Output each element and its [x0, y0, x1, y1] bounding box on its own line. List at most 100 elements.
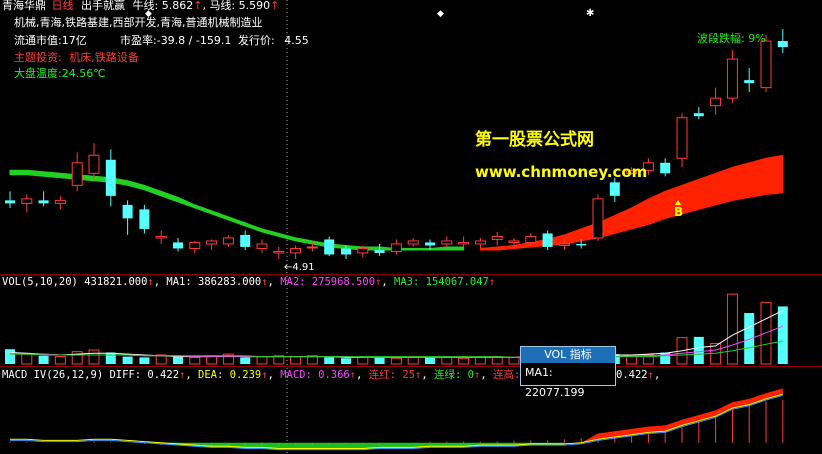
macd-value: MACD: 0.366 [280, 369, 350, 381]
macd-value-arrow: ↑ [349, 369, 357, 381]
candle-body-down [744, 80, 755, 84]
candle-body-up [357, 247, 369, 254]
candle-body-up [306, 246, 318, 249]
macd-lianhong-arrow: ↑ [415, 369, 422, 381]
candle-body-up [407, 240, 419, 245]
candle-body-up [71, 162, 83, 186]
volume-bar-up [407, 356, 419, 365]
industry-tags: 机械,青海,铁路基建,西部开发,青海,普通机械制造业 [14, 16, 263, 29]
candle-body-up [273, 250, 285, 254]
macd-diff-line [10, 393, 783, 449]
ma-long-label: 马线: [209, 0, 236, 12]
macd-indicator-label[interactable]: MACD IV(26,12,9) [2, 369, 103, 381]
candle-body-up [474, 240, 486, 245]
candle-body-down [139, 209, 150, 229]
volume-bar-down [341, 358, 351, 364]
signal-label: 出手就赢 [81, 0, 125, 12]
issue-price-label: 发行价: [238, 34, 275, 47]
volume-bar-down [139, 357, 150, 364]
theme-value: 机床,铁路设备 [69, 51, 139, 64]
stock-name[interactable]: 青海华鼎 [2, 0, 46, 12]
marker-diamond: ◆ [437, 9, 444, 19]
macd-tail-arrow: ↑ [647, 369, 654, 381]
tooltip-title: VOL 指标 [521, 347, 615, 363]
ma-short-label: 牛线: [132, 0, 159, 12]
candle-body-up [390, 243, 402, 252]
candle-body-up [760, 40, 772, 89]
candle-body-down [693, 113, 704, 117]
candle-body-up [256, 243, 268, 249]
vol-indicator-label[interactable]: VOL(5,10,20) [2, 276, 78, 288]
panel-divider-volume [0, 274, 822, 275]
theme-label: 主题投资: [14, 51, 62, 64]
candle-body-down [173, 242, 183, 249]
macd-dea-arrow: ↑ [261, 369, 268, 381]
macd-tail-value: 0.422 [616, 369, 648, 381]
candle-body-up [592, 198, 604, 239]
volume-bar-up [88, 349, 100, 365]
volume-bar-up [256, 356, 268, 365]
macd-dea-line [10, 394, 783, 451]
vol-ma1-arrow: ↑ [261, 276, 268, 288]
ma-long-value: 5.590 [238, 0, 271, 12]
candle-body-up [21, 198, 33, 204]
candle-body-down [374, 249, 385, 253]
tooltip-ma1: MA1: 22077.199 [525, 366, 585, 399]
candle-body-down [122, 204, 133, 219]
vol-indicator-tooltip[interactable]: VOL 指标 MA1: 22077.199 [520, 346, 616, 399]
candle-body-down [542, 233, 553, 247]
candle-body-down [660, 162, 671, 174]
candle-body-up [558, 243, 570, 246]
volume-bar-up [508, 356, 520, 365]
macd-diff: DIFF: 0.422 [109, 369, 180, 381]
wave-drop-label: 波段跌幅: 9% [697, 32, 766, 45]
candle-body-up [710, 97, 722, 107]
volume-bar-up [21, 353, 33, 365]
candle-body-down [777, 41, 788, 48]
macd-dea: DEA: 0.239 [198, 369, 262, 381]
candle-body-up [155, 235, 167, 239]
stock-chart-window[interactable]: { "header": { "stock_name": "青海华鼎", "per… [0, 0, 822, 454]
ma-long-arrow: ↑ [270, 0, 280, 12]
period-label[interactable]: 日线 [52, 0, 74, 12]
vol-value: 431821.000 [84, 276, 148, 288]
volume-bar-up [441, 356, 453, 365]
buy-signal-marker: B [674, 205, 684, 219]
float-cap-label: 流通市值: [14, 34, 62, 47]
vol-ma3: MA3: 154067.047 [394, 276, 489, 288]
candle-body-down [240, 234, 251, 247]
candle-body-down [105, 159, 116, 196]
watermark-title: 第一股票公式网 [475, 130, 594, 150]
macd-lianlv: 连绿: 0 [434, 369, 474, 381]
candle-body-up [525, 235, 537, 243]
volume-bar-up [390, 357, 402, 365]
volume-bar-down [693, 336, 704, 364]
volume-bar-up [189, 356, 201, 365]
panel-divider-macd [0, 366, 822, 367]
float-cap-value: 17亿 [61, 34, 87, 47]
volume-bar-up [290, 356, 302, 365]
issue-price-value: 4.55 [284, 34, 309, 47]
candle-body-down [425, 242, 435, 246]
vol-ma2: MA2: 275968.500 [280, 276, 376, 288]
volume-bar-down [777, 306, 788, 364]
vol-ma1-line [9, 310, 784, 358]
candle-body-down [38, 200, 49, 204]
candle-body-up [189, 241, 201, 249]
candle-body-up [491, 235, 503, 240]
candle-body-up [206, 240, 218, 245]
volume-bar-down [240, 357, 251, 364]
ma-short-arrow: ↑ [193, 0, 203, 12]
candle-body-up [290, 247, 302, 254]
vol-ma2-arrow: ↑ [375, 276, 382, 288]
candle-body-down [609, 182, 620, 196]
volume-bar-down [5, 349, 15, 364]
candle-body-down [324, 239, 335, 255]
candle-body-down [341, 248, 351, 255]
vol-ma3-arrow: ↑ [488, 276, 496, 288]
volume-bar-up [726, 293, 738, 365]
price-volume-macd-chart[interactable]: ◆ ◆ ✱ [0, 0, 822, 454]
candle-body-up [54, 199, 66, 204]
volume-bar-down [122, 356, 133, 364]
volume-bar-down [324, 357, 335, 364]
